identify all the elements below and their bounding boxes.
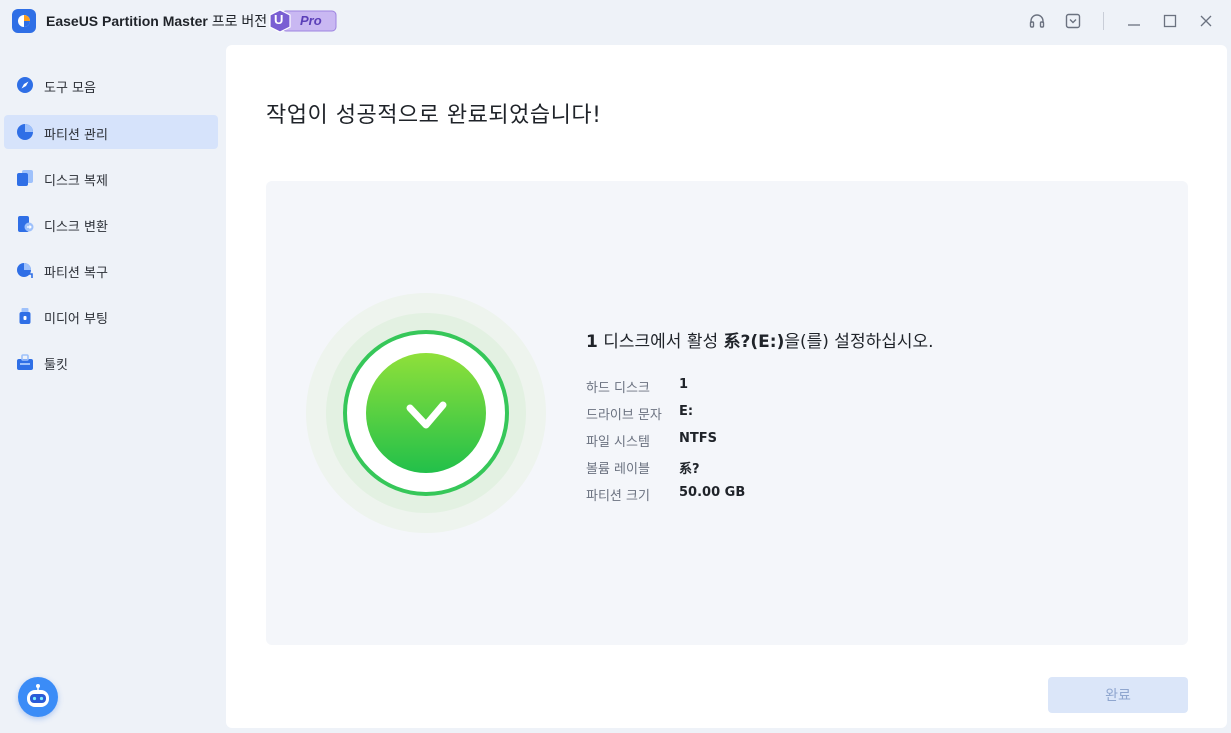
title-bar: EaseUS Partition Master 프로 버전 U Pro: [0, 0, 1231, 42]
app-title: EaseUS Partition Master 프로 버전: [46, 11, 267, 31]
sidebar-item-label: 파티션 관리: [44, 128, 108, 143]
main-panel: 작업이 성공적으로 완료되었습니다! 1 디스크에서 활성 系?(E:)을(를)…: [226, 45, 1227, 728]
compass-icon: [17, 77, 33, 93]
close-icon[interactable]: [1195, 10, 1217, 32]
convert-icon: [18, 216, 34, 232]
result-card: 1 디스크에서 활성 系?(E:)을(를) 설정하십시오. 하드 디스크 1 드…: [266, 181, 1188, 645]
summary-disk-number: 1: [586, 332, 598, 352]
app-logo: [12, 9, 36, 33]
title-separator: [1103, 12, 1104, 30]
sidebar-item-label: 파티션 복구: [44, 266, 108, 281]
assistant-bot-button[interactable]: [18, 677, 58, 717]
robot-icon: [27, 684, 49, 707]
pro-badge[interactable]: U Pro: [268, 9, 338, 33]
detail-value: 1: [679, 377, 689, 392]
sidebar-item-label: 디스크 복제: [44, 174, 108, 189]
recovery-icon: [17, 263, 33, 278]
page-title: 작업이 성공적으로 완료되었습니다!: [266, 103, 602, 128]
sidebar-item-disk-clone[interactable]: 디스크 복제: [4, 161, 218, 195]
detail-label: 드라이브 문자: [586, 408, 662, 423]
sidebar-item-label: 도구 모음: [44, 81, 96, 96]
summary-volume: 系?(E:): [723, 332, 785, 352]
detail-value: E:: [679, 404, 694, 419]
detail-label: 하드 디스크: [586, 381, 650, 396]
detail-value: 系?: [679, 462, 700, 477]
done-button[interactable]: 완료: [1048, 677, 1188, 713]
maximize-icon[interactable]: [1159, 10, 1181, 32]
sidebar-item-toolbox[interactable]: 도구 모음: [4, 68, 218, 102]
toolkit-icon: [17, 354, 33, 370]
dropdown-icon[interactable]: [1062, 10, 1084, 32]
sidebar-item-toolkit[interactable]: 툴킷: [4, 345, 218, 379]
sidebar-item-label: 디스크 변환: [44, 220, 108, 235]
sidebar-item-label: 미디어 부팅: [44, 312, 108, 327]
sidebar-item-disk-convert[interactable]: 디스크 변환: [4, 207, 218, 241]
pro-badge-text: Pro: [300, 13, 322, 28]
usb-icon: [19, 308, 31, 324]
sidebar-item-partition-recovery[interactable]: 파티션 복구: [4, 253, 218, 287]
pie-chart-icon: [17, 124, 33, 140]
headset-icon[interactable]: [1026, 10, 1048, 32]
sidebar-item-partition-manager[interactable]: 파티션 관리: [4, 115, 218, 149]
detail-label: 파일 시스템: [586, 435, 650, 450]
success-check-icon: [306, 293, 546, 533]
minimize-icon[interactable]: [1123, 10, 1145, 32]
detail-label: 파티션 크기: [586, 489, 650, 504]
app-name: EaseUS Partition Master: [46, 13, 208, 29]
summary-tail: 을(를) 설정하십시오.: [784, 332, 934, 352]
app-logo-icon: [18, 15, 30, 27]
copy-icon: [17, 170, 33, 186]
summary-text: 디스크에서 활성: [597, 332, 724, 352]
operation-summary: 1 디스크에서 활성 系?(E:)을(를) 설정하십시오.: [586, 327, 934, 352]
pro-badge-letter: U: [274, 12, 284, 27]
app-edition: 프로 버전: [211, 13, 268, 29]
sidebar-item-label: 툴킷: [44, 358, 68, 373]
sidebar-item-bootable-media[interactable]: 미디어 부팅: [4, 299, 218, 333]
detail-label: 볼륨 레이블: [586, 462, 650, 477]
detail-value: 50.00 GB: [679, 485, 746, 500]
detail-value: NTFS: [679, 431, 717, 446]
